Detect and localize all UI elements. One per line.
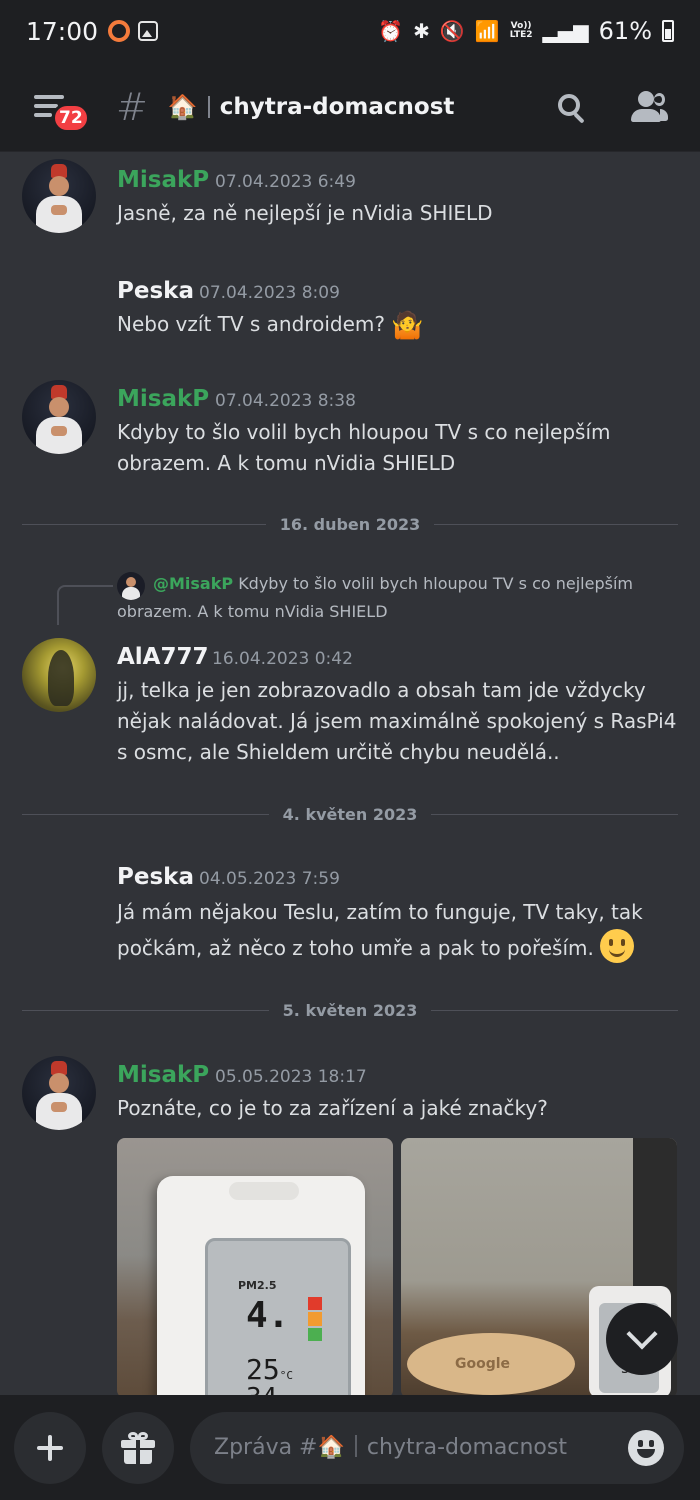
message-timestamp: 05.05.2023 18:17 <box>215 1067 367 1087</box>
battery-icon <box>662 20 674 42</box>
date-divider: 5. květen 2023 <box>22 1000 679 1020</box>
channel-title[interactable]: chytra-domacnost <box>220 94 455 120</box>
message-text: jj, telka je jen zobrazovadlo a obsah ta… <box>117 678 677 764</box>
wifi-icon: 📶 <box>474 19 500 43</box>
message-timestamp: 07.04.2023 8:09 <box>199 283 340 303</box>
message-input[interactable]: Zpráva #🏠 chytra-domacnost <box>190 1411 684 1484</box>
emoji-picker-icon[interactable] <box>628 1429 664 1466</box>
avatar[interactable] <box>22 638 96 712</box>
message-author[interactable]: MisakP <box>117 167 209 193</box>
status-bar: 17:00 ⏰ ✱ 🔇 📶 Vo)) LTE2 ▂▄▆ 61% <box>0 0 700 62</box>
separator <box>207 95 210 118</box>
message-author[interactable]: MisakP <box>117 1062 209 1088</box>
reply-connector <box>57 585 113 625</box>
message-list[interactable]: MisakP 07.04.2023 6:49 Jasně, za ně nejl… <box>0 153 700 1395</box>
message-text: Kdyby to šlo volil bych hloupou TV s co … <box>117 420 611 475</box>
bluetooth-icon: ✱ <box>413 19 430 43</box>
menu-button[interactable]: 72 <box>30 87 90 133</box>
hash-icon: # <box>116 84 148 129</box>
reply-text: @MisakP Kdyby to šlo volil bych hloupou … <box>117 574 633 621</box>
channel-emoji: 🏠 <box>167 92 198 121</box>
date-divider: 4. květen 2023 <box>22 804 679 824</box>
message-author[interactable]: AlA777 <box>117 644 209 670</box>
channel-header: 72 # 🏠 chytra-domacnost <box>0 62 700 152</box>
message-text: Já mám nějakou Teslu, zatím to funguje, … <box>117 895 687 965</box>
signal-icon: ▂▄▆ <box>542 19 589 43</box>
shrug-emoji-icon: 🤷 <box>391 311 424 341</box>
avatar[interactable] <box>22 380 96 454</box>
plus-icon <box>37 1434 63 1461</box>
gift-icon <box>121 1431 155 1464</box>
alarm-icon: ⏰ <box>378 19 404 43</box>
add-attachment-button[interactable] <box>14 1411 86 1484</box>
message-text: Nebo vzít TV s androidem? 🤷 <box>117 311 424 341</box>
notification-ring-icon <box>108 20 131 42</box>
message-composer: Zpráva #🏠 chytra-domacnost <box>0 1395 700 1500</box>
smile-emoji-icon <box>600 929 635 963</box>
message-timestamp: 04.05.2023 7:59 <box>199 869 340 889</box>
unread-badge: 72 <box>52 102 90 133</box>
gift-button[interactable] <box>102 1411 174 1484</box>
message-timestamp: 16.04.2023 0:42 <box>212 649 353 669</box>
lte-indicator: Vo)) LTE2 <box>509 21 533 40</box>
attachment-image[interactable]: PM2.5 4. 25°C 34% <box>117 1138 393 1395</box>
members-icon[interactable] <box>628 90 668 123</box>
search-icon[interactable] <box>556 92 586 124</box>
image-attachments: PM2.5 4. 25°C 34% Google 36. <box>117 1138 677 1395</box>
jump-to-bottom-button[interactable] <box>606 1303 678 1375</box>
gallery-icon <box>138 21 159 41</box>
message-timestamp: 07.04.2023 8:38 <box>215 391 356 411</box>
message-placeholder: Zpráva #🏠 chytra-domacnost <box>214 1435 567 1460</box>
message-author[interactable]: Peska <box>117 864 194 890</box>
chevron-down-icon <box>626 1318 658 1350</box>
mute-icon: 🔇 <box>439 19 465 43</box>
avatar[interactable] <box>22 159 96 233</box>
date-divider: 16. duben 2023 <box>22 514 678 534</box>
avatar[interactable] <box>22 1056 96 1130</box>
status-time: 17:00 <box>26 16 99 46</box>
message-text: Poznáte, co je to za zařízení a jaké zna… <box>117 1096 548 1120</box>
air-monitor-device: PM2.5 4. 25°C 34% <box>157 1176 365 1395</box>
battery-percent: 61% <box>598 17 652 45</box>
message-author[interactable]: MisakP <box>117 386 209 412</box>
message-text: Jasně, za ně nejlepší je nVidia SHIELD <box>117 201 493 225</box>
menu-icon <box>34 94 64 99</box>
message-timestamp: 07.04.2023 6:49 <box>215 172 356 192</box>
message-author[interactable]: Peska <box>117 278 194 304</box>
